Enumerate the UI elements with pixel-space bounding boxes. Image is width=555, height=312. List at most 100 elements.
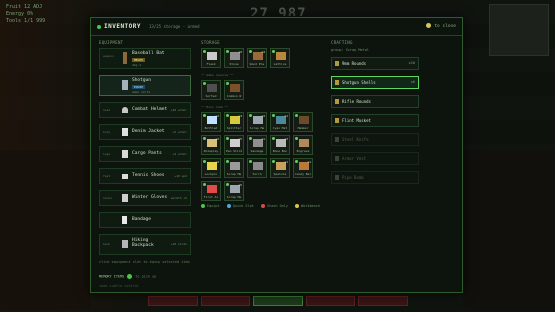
slot-status-icon [249, 50, 252, 53]
memory-label: MEMORY ITEMS [99, 274, 125, 279]
recipe-icon [335, 118, 339, 123]
item-qty: x3 [261, 114, 265, 118]
item-label: Common W [226, 94, 242, 98]
storage-cell[interactable]: x2 Bottled [201, 112, 221, 132]
stat-line: Tools 1/1 999 [6, 18, 46, 24]
storage-cell[interactable]: x2 Stone [224, 48, 244, 68]
item-icon [299, 116, 309, 124]
item-qty: x3 [284, 137, 288, 141]
storage-cell[interactable]: Sorted [201, 80, 221, 100]
storage-cell[interactable]: x2 Lockpin [201, 158, 221, 178]
storage-cell[interactable]: Hammer [293, 112, 313, 132]
slot-status-icon [272, 50, 275, 53]
storage-cell[interactable]: x1 Spatula [270, 158, 290, 178]
storage-cell[interactable]: Flask [201, 48, 221, 68]
item-stat: +4 armor [172, 152, 187, 156]
item-label: Hammer [297, 126, 309, 130]
storage-cell[interactable]: Engrave [293, 135, 313, 155]
hotbar-slot[interactable] [305, 296, 356, 306]
storage-cell[interactable]: x2 Roleplay [201, 135, 221, 155]
recipe-row[interactable]: Rifle Rounds [331, 95, 419, 108]
equip-slot-weapon[interactable]: weapon Baseball Bat MELEE dmg 4 [99, 48, 191, 69]
recipe-row[interactable]: Pipe Bomb [331, 171, 419, 184]
item-icon [207, 185, 217, 193]
equip-slot-feet[interactable]: feet Tennis Shoes +10 spd [99, 168, 191, 184]
recipe-row[interactable]: Flint Musket [331, 114, 419, 127]
storage-grid: Sorted Common W [201, 80, 321, 100]
close-button[interactable]: to close [426, 23, 456, 29]
item-name: Hiking Backpack [132, 238, 154, 248]
item-label: Scrap Me [226, 172, 242, 176]
item-qty: x5 [238, 137, 242, 141]
section-label: ── Ammo reserve ── [201, 73, 234, 77]
recipe-row[interactable]: 9mm Rounds x10 [331, 57, 419, 70]
recipe-icon [335, 80, 339, 85]
storage-cell[interactable]: x4 Splitter [224, 112, 244, 132]
gloves-icon [122, 194, 128, 202]
slot-status-icon [272, 137, 275, 140]
equip-slot-misc[interactable]: Bandage [99, 212, 191, 228]
hotbar-slot[interactable] [253, 296, 303, 306]
storage-cell[interactable]: x1 Candy Bar [293, 158, 313, 178]
item-label: Scrap Me [249, 126, 265, 130]
item-label: Splitter [226, 126, 242, 130]
item-name: Cargo Pants [132, 151, 162, 156]
backpack-icon [122, 240, 128, 248]
hotbar-slot[interactable] [358, 296, 408, 306]
item-name: Bandage [132, 217, 151, 222]
memory-toggle[interactable] [127, 274, 133, 279]
storage-cell[interactable]: x1 Cyan Met [270, 112, 290, 132]
pants-icon [122, 150, 128, 158]
slot-status-icon [203, 137, 206, 140]
terrain-patch [0, 150, 90, 310]
jacket-icon [122, 128, 128, 136]
storage-cell[interactable]: x5 Scrap Me [224, 181, 244, 201]
recipe-row[interactable]: Armor Vest [331, 152, 419, 165]
storage-cell[interactable]: Lattice [270, 48, 290, 68]
storage-cell[interactable]: Torch [247, 158, 267, 178]
equip-slot-hands[interactable]: hands Winter Gloves warmth +5 [99, 190, 191, 206]
recipe-row[interactable]: Shotgun Shells x6 [331, 76, 419, 89]
equip-slot-legs[interactable]: legs Cargo Pants +4 armor [99, 146, 191, 162]
equip-slot-body[interactable]: body Denim Jacket +5 armor [99, 124, 191, 140]
item-qty: x2 [215, 137, 219, 141]
shotgun-icon [122, 80, 128, 90]
slot-status-icon [226, 82, 229, 85]
equip-slot-back[interactable]: back Hiking Backpack +10 slots [99, 234, 191, 255]
hotbar[interactable] [148, 296, 408, 306]
storage-cell[interactable]: Scrap Me [224, 158, 244, 178]
hotbar-slot[interactable] [148, 296, 198, 306]
recipe-qty: x6 [410, 80, 415, 84]
storage-cell[interactable]: x4 Wood Pla [247, 48, 267, 68]
storage-cell[interactable]: x5 Pan Stick [224, 135, 244, 155]
hotbar-slot[interactable] [200, 296, 251, 306]
legend-dot-icon [295, 204, 300, 208]
crafting-header: CRAFTING [331, 40, 353, 45]
equip-slot-shotgun[interactable]: Shotgun EQUIP ammo 12/12 [99, 75, 191, 96]
storage-cell[interactable]: x1 Sandage [247, 135, 267, 155]
slot-label: head [103, 108, 111, 112]
storage-cell[interactable]: First Ai [201, 181, 221, 201]
slot-status-icon [226, 160, 229, 163]
item-stat: +10 slots [170, 242, 187, 246]
bat-icon [123, 52, 127, 64]
key-icon [426, 23, 432, 28]
item-label: Pan Stick [226, 149, 242, 153]
legend-dot-icon [201, 204, 205, 208]
crafting-list: group: Scrap Metal 9mm Rounds x10 Shotgun … [331, 48, 419, 190]
item-label: Flask [206, 62, 216, 66]
slot-label: hands [103, 196, 113, 200]
legend-label: Workbench [301, 204, 321, 208]
item-label: Lattice [273, 62, 287, 66]
crafting-group-name: Scrap Metal [345, 48, 369, 52]
minimap[interactable] [489, 4, 549, 56]
storage-cell[interactable]: Common W [224, 80, 244, 100]
storage-cell[interactable]: x3 Scrap Me [247, 112, 267, 132]
equip-slot-head[interactable]: head Combat Helmet +20 armor [99, 102, 191, 118]
storage-cell[interactable]: x3 Bone Bon [270, 135, 290, 155]
slot-status-icon [203, 82, 206, 85]
slot-status-icon [226, 50, 229, 53]
memory-items-row: MEMORY ITEMS to pick up [99, 274, 156, 279]
slot-status-icon [272, 160, 275, 163]
recipe-row[interactable]: Steel Knife [331, 133, 419, 146]
